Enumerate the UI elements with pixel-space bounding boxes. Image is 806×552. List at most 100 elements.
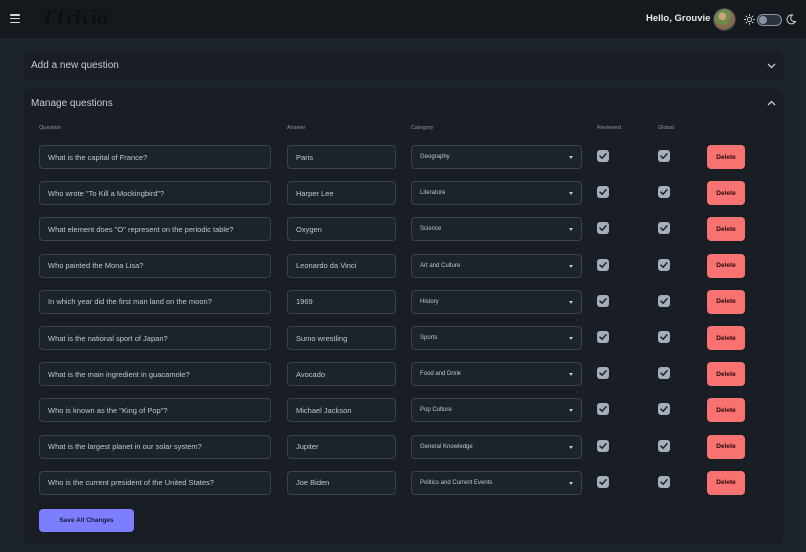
- category-select[interactable]: Politics and Current Events: [411, 470, 582, 495]
- table-row: What is the capital of France? Paris Geogr…: [23, 145, 784, 169]
- header-question: Question: [39, 125, 62, 131]
- global-checkbox[interactable]: [658, 331, 670, 343]
- category-value: Sports: [420, 335, 438, 341]
- global-checkbox[interactable]: [658, 475, 670, 488]
- category-value: Geography: [420, 154, 450, 160]
- global-checkbox[interactable]: [658, 150, 670, 162]
- answer-input[interactable]: Paris: [287, 145, 396, 169]
- answer-input[interactable]: Oxygen: [287, 217, 396, 242]
- delete-button[interactable]: Delete: [707, 398, 745, 423]
- table-row: What is the main ingredient in guacamole…: [23, 362, 784, 387]
- category-select[interactable]: Geography: [411, 145, 582, 169]
- global-checkbox[interactable]: [658, 439, 670, 452]
- global-checkbox[interactable]: [658, 403, 670, 416]
- delete-button[interactable]: Delete: [707, 362, 745, 387]
- answer-input[interactable]: Sumo wrestling: [287, 326, 396, 350]
- navbar: TTrivia Hello, Grouvie: [0, 0, 806, 38]
- reviewed-checkbox[interactable]: [597, 294, 609, 307]
- delete-button[interactable]: Delete: [707, 434, 745, 459]
- answer-input[interactable]: Michael Jackson: [287, 398, 396, 423]
- global-checkbox[interactable]: [658, 367, 670, 380]
- caret-down-icon: [569, 264, 573, 268]
- reviewed-checkbox[interactable]: [597, 403, 609, 416]
- moon-icon: [786, 14, 796, 25]
- question-input[interactable]: Who wrote "To Kill a Mockingbird"?: [39, 181, 271, 206]
- caret-down-icon: [569, 409, 573, 413]
- global-checkbox[interactable]: [658, 186, 670, 199]
- delete-button[interactable]: Delete: [707, 145, 745, 169]
- logo[interactable]: TTrivia: [41, 7, 109, 29]
- category-select[interactable]: History: [411, 289, 582, 314]
- manage-questions-title[interactable]: Manage questions: [31, 98, 113, 109]
- delete-button[interactable]: Delete: [707, 217, 745, 242]
- answer-input[interactable]: Joe Biden: [287, 470, 396, 495]
- category-value: Pop Culture: [420, 407, 452, 414]
- answer-input[interactable]: Leonardo da Vinci: [287, 253, 396, 278]
- answer-input[interactable]: 1969: [287, 289, 396, 314]
- chevron-down-icon: [767, 63, 776, 69]
- category-select[interactable]: Pop Culture: [411, 398, 582, 423]
- table-row: Who is known as the "King of Pop"? Michae…: [23, 398, 784, 423]
- avatar[interactable]: [713, 8, 736, 31]
- header-category: Category: [411, 125, 434, 131]
- question-input[interactable]: In which year did the first man land on …: [39, 289, 271, 314]
- caret-down-icon: [569, 228, 573, 232]
- category-select[interactable]: Art and Culture: [411, 253, 582, 278]
- delete-button[interactable]: Delete: [707, 181, 745, 206]
- category-select[interactable]: Science: [411, 217, 582, 242]
- delete-button[interactable]: Delete: [707, 289, 745, 314]
- category-value: Food and Drink: [420, 371, 462, 378]
- reviewed-checkbox[interactable]: [597, 186, 609, 199]
- global-checkbox[interactable]: [658, 222, 670, 235]
- add-question-panel[interactable]: Add a new question: [23, 51, 784, 81]
- reviewed-checkbox[interactable]: [597, 367, 609, 380]
- question-input[interactable]: What is the capital of France?: [39, 145, 271, 169]
- question-input[interactable]: What is the national sport of Japan?: [39, 326, 271, 350]
- question-input[interactable]: What element does "O" represent on the p…: [39, 217, 271, 242]
- table-row: What is the largest planet in our solar …: [23, 434, 784, 459]
- user-greeting: Hello, Grouvie: [646, 13, 711, 24]
- sun-icon: [744, 14, 755, 25]
- answer-input[interactable]: Avocado: [287, 362, 396, 387]
- answer-input[interactable]: Harper Lee: [287, 181, 396, 206]
- question-input[interactable]: Who painted the Mona Lisa?: [39, 253, 271, 278]
- category-value: Politics and Current Events: [420, 479, 493, 486]
- reviewed-checkbox[interactable]: [597, 331, 609, 343]
- category-value: General Knowledge: [420, 443, 473, 450]
- category-value: History: [420, 298, 439, 305]
- category-select[interactable]: Food and Drink: [411, 362, 582, 387]
- question-input[interactable]: What is the main ingredient in guacamole…: [39, 362, 271, 387]
- hamburger-icon[interactable]: [10, 14, 20, 23]
- table-row: What element does "O" represent on the p…: [23, 217, 784, 242]
- caret-down-icon: [569, 156, 573, 159]
- theme-toggle[interactable]: [757, 14, 782, 26]
- answer-input[interactable]: Jupiter: [287, 434, 396, 459]
- question-input[interactable]: Who is known as the "King of Pop"?: [39, 398, 271, 423]
- toggle-knob: [759, 16, 767, 24]
- table-row: Who wrote "To Kill a Mockingbird"? Harper…: [23, 181, 784, 206]
- category-value: Literature: [420, 190, 446, 197]
- global-checkbox[interactable]: [658, 258, 670, 271]
- table-row: In which year did the first man land on …: [23, 289, 784, 314]
- question-input[interactable]: What is the largest planet in our solar …: [39, 434, 271, 459]
- caret-down-icon: [569, 373, 573, 377]
- save-all-changes-button[interactable]: Save All Changes: [39, 509, 134, 532]
- chevron-up-icon[interactable]: [767, 100, 776, 106]
- reviewed-checkbox[interactable]: [597, 475, 609, 488]
- delete-button[interactable]: Delete: [707, 253, 745, 278]
- table-row: Who painted the Mona Lisa? Leonardo da Vi…: [23, 253, 784, 278]
- category-select[interactable]: General Knowledge: [411, 434, 582, 459]
- reviewed-checkbox[interactable]: [597, 258, 609, 271]
- question-input[interactable]: Who is the current president of the Unit…: [39, 470, 271, 495]
- delete-button[interactable]: Delete: [707, 470, 745, 495]
- category-select[interactable]: Literature: [411, 181, 582, 206]
- category-select[interactable]: Sports: [411, 326, 582, 350]
- reviewed-checkbox[interactable]: [597, 150, 609, 162]
- reviewed-checkbox[interactable]: [597, 222, 609, 235]
- caret-down-icon: [569, 481, 573, 485]
- header-reviewed: Reviewed: [597, 125, 622, 131]
- reviewed-checkbox[interactable]: [597, 439, 609, 452]
- category-value: Science: [420, 226, 442, 233]
- global-checkbox[interactable]: [658, 294, 670, 307]
- delete-button[interactable]: Delete: [707, 326, 745, 350]
